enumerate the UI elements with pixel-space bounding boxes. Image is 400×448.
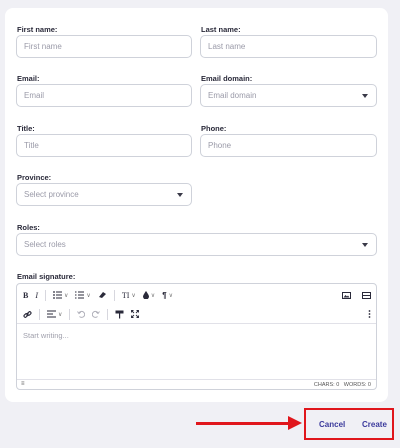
paragraph-icon: ¶ [162,290,167,300]
more-options-button[interactable] [368,307,371,321]
roles-value: Select roles [24,240,66,249]
province-select[interactable]: Select province [16,183,192,206]
link-icon [23,310,32,318]
cancel-button[interactable]: Cancel [319,420,345,429]
undo-button[interactable] [77,307,86,321]
numbered-list-button[interactable]: ∨ [75,288,91,302]
bullet-list-icon [53,291,63,299]
clear-format-button[interactable] [98,288,107,302]
redo-button[interactable] [92,307,101,321]
table-icon [362,291,371,299]
numbered-list-icon [75,291,85,299]
italic-button[interactable]: I [35,288,38,302]
color-drop-icon [142,291,149,299]
roles-label: Roles: [17,223,40,232]
editor-toolbar-row-2: ∨ [17,305,376,323]
email-signature-editor: B I ∨ ∨ TI ∨ ∨ ¶ ∨ ∨ Start writing... ≡ … [16,283,377,390]
chevron-down-icon: ∨ [64,292,69,299]
title-input[interactable]: Title [16,134,192,157]
bullet-list-button[interactable]: ∨ [53,288,68,302]
fullscreen-button[interactable] [131,307,140,321]
phone-input[interactable]: Phone [200,134,377,157]
email-label: Email: [17,74,40,83]
text-color-button[interactable]: ∨ [142,288,156,302]
insert-image-button[interactable] [342,288,351,302]
chevron-down-icon: ∨ [86,292,91,299]
last-name-label: Last name: [201,25,241,34]
title-label: Title: [17,124,35,133]
chevron-down-icon [177,193,183,197]
eraser-icon [98,292,106,298]
text-size-label: TI [121,290,130,300]
toolbar-divider [107,308,109,320]
annotation-arrow-line [196,422,290,425]
annotation-arrow-head [288,416,302,430]
redo-icon [92,310,101,318]
chevron-down-icon: ∨ [150,292,156,299]
last-name-input[interactable]: Last name [200,35,377,58]
editor-content-area[interactable]: Start writing... [23,331,69,340]
toolbar-divider [39,308,40,320]
fullscreen-icon [131,310,140,318]
align-left-icon [47,310,56,318]
toolbar-divider [45,289,47,301]
first-name-label: First name: [17,25,58,34]
align-button[interactable]: ∨ [47,307,62,321]
email-domain-select[interactable]: Email domain [200,84,377,107]
email-signature-label: Email signature: [17,272,76,281]
image-icon [342,291,351,299]
province-value: Select province [24,190,79,199]
chevron-down-icon [362,243,368,247]
bold-button[interactable]: B [23,288,28,302]
more-vertical-icon [368,310,371,318]
chevron-down-icon: ∨ [131,292,136,299]
email-domain-label: Email domain: [201,74,253,83]
editor-counts: CHARS: 0 WORDS: 0 [314,382,371,388]
phone-label: Phone: [201,124,227,133]
first-name-input[interactable]: First name [16,35,192,58]
chevron-down-icon: ∨ [58,311,63,318]
format-painter-icon [115,310,124,318]
toolbar-bottom-divider [17,323,376,324]
insert-link-button[interactable] [23,307,32,321]
editor-toolbar-row-1: B I ∨ ∨ TI ∨ ∨ ¶ ∨ [17,286,376,304]
chevron-down-icon [362,94,368,98]
roles-select[interactable]: Select roles [16,233,377,256]
toolbar-divider [113,289,115,301]
insert-table-button[interactable] [362,288,371,302]
text-size-button[interactable]: TI ∨ [122,288,136,302]
word-count: WORDS: 0 [343,382,371,388]
annotation-highlight-box: Cancel Create [304,408,394,440]
chevron-down-icon: ∨ [168,292,174,299]
undo-icon [77,310,86,318]
create-button[interactable]: Create [362,420,387,429]
format-painter-button[interactable] [115,307,124,321]
toolbar-divider [69,308,71,320]
resize-grip-icon[interactable]: ≡ [21,381,25,387]
email-domain-value: Email domain [208,91,257,100]
email-input[interactable]: Email [16,84,192,107]
char-count: CHARS: 0 [313,382,340,388]
province-label: Province: [17,173,52,182]
paragraph-button[interactable]: ¶ ∨ [162,288,173,302]
editor-statusbar: ≡ CHARS: 0 WORDS: 0 [17,379,376,389]
